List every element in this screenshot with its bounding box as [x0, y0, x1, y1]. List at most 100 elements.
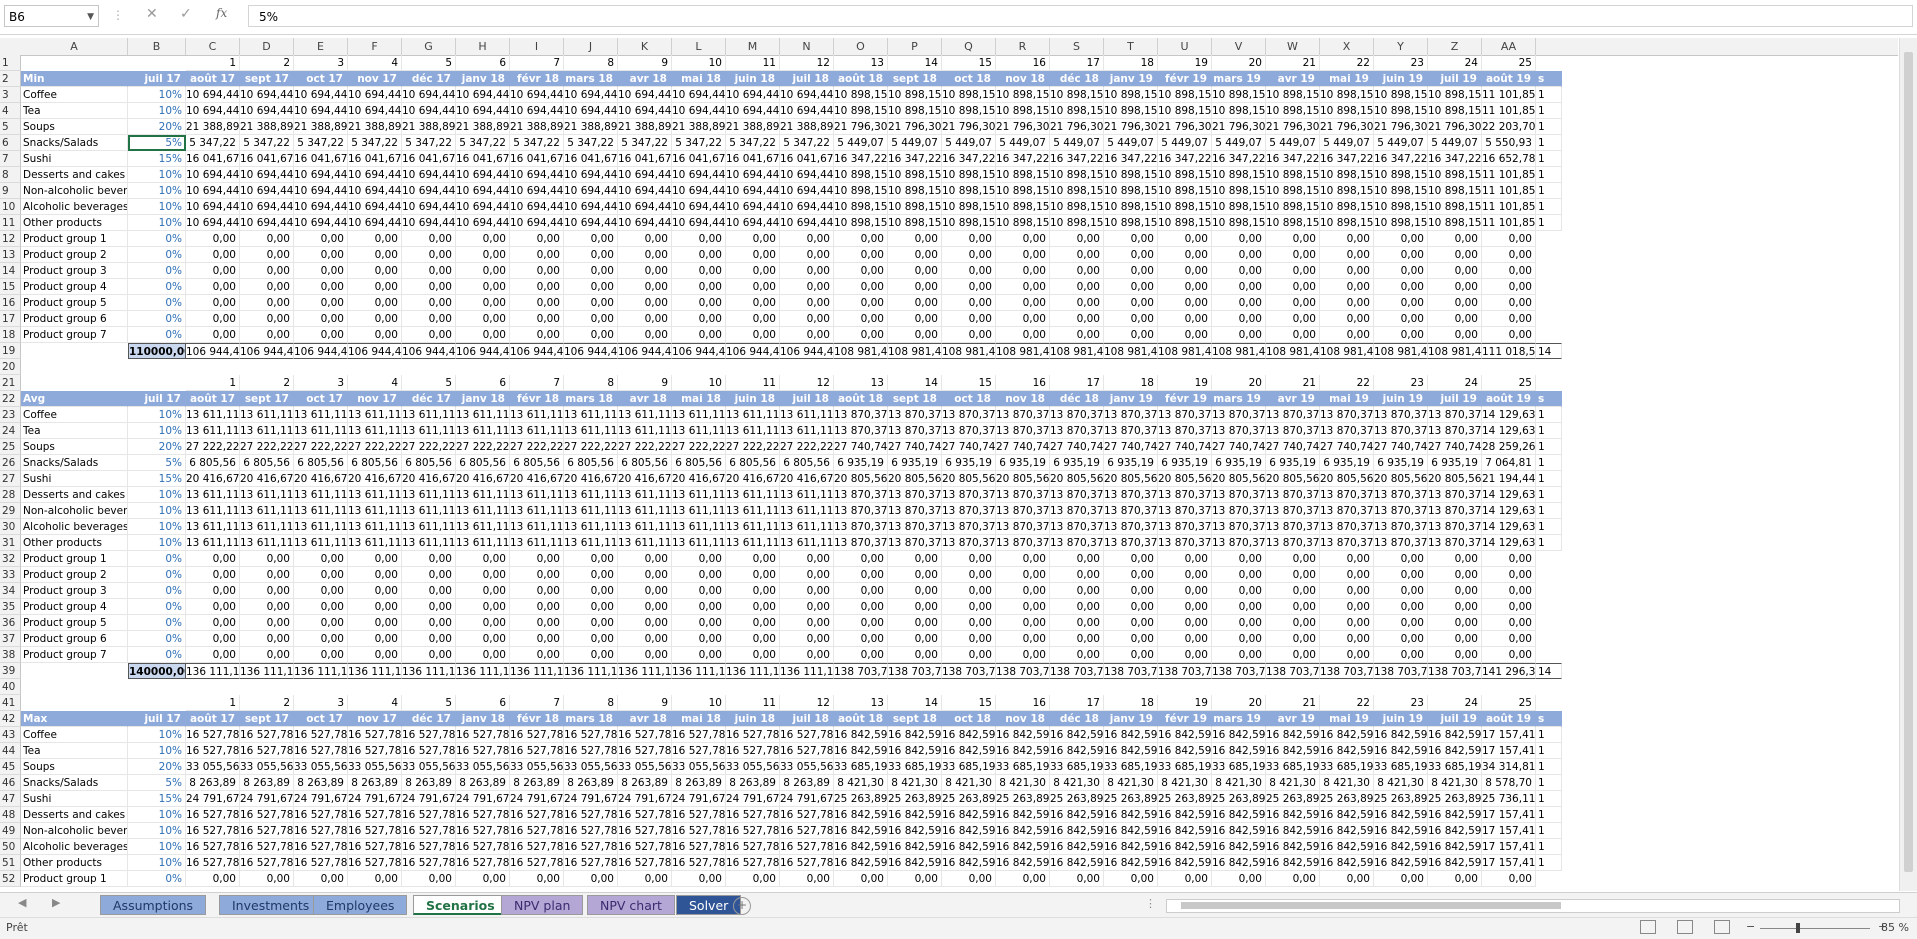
- value-cell[interactable]: 13 870,37: [1050, 535, 1104, 551]
- value-cell[interactable]: 13 611,11: [618, 519, 672, 535]
- value-cell[interactable]: 16 842,59: [1374, 807, 1428, 823]
- value-cell[interactable]: 0,00: [1158, 871, 1212, 887]
- value-cell[interactable]: 0,00: [672, 567, 726, 583]
- value-cell[interactable]: 0,00: [1428, 551, 1482, 567]
- value-cell[interactable]: 27 740,74: [1050, 439, 1104, 455]
- product-share[interactable]: 10%: [128, 487, 186, 503]
- row-header[interactable]: 50: [0, 839, 21, 855]
- value-cell[interactable]: 5 347,22: [348, 135, 402, 151]
- value-cell[interactable]: 10 898,15: [1212, 167, 1266, 183]
- column-header[interactable]: L: [672, 38, 726, 55]
- total-cell[interactable]: 138 703,70: [1158, 663, 1212, 679]
- value-cell[interactable]: 0,00: [564, 551, 618, 567]
- value-cell[interactable]: 25 263,89: [1158, 791, 1212, 807]
- value-cell[interactable]: 0,00: [348, 599, 402, 615]
- value-cell[interactable]: 20 805,56: [1212, 471, 1266, 487]
- value-cell[interactable]: 16 842,59: [888, 807, 942, 823]
- value-cell[interactable]: 6 805,56: [726, 455, 780, 471]
- value-cell[interactable]: 0,00: [1482, 311, 1536, 327]
- value-cell[interactable]: 10 898,15: [1266, 87, 1320, 103]
- value-cell[interactable]: 0,00: [1482, 295, 1536, 311]
- row-header[interactable]: 3: [0, 87, 21, 103]
- value-cell[interactable]: 17 157,41: [1482, 743, 1536, 759]
- value-cell[interactable]: 6 935,19: [1050, 455, 1104, 471]
- value-cell[interactable]: 16 527,78: [618, 839, 672, 855]
- value-cell[interactable]: 14 129,63: [1482, 407, 1536, 423]
- month-header[interactable]: mai 18: [672, 711, 726, 727]
- value-cell[interactable]: 13 611,11: [456, 407, 510, 423]
- product-share[interactable]: 10%: [128, 839, 186, 855]
- value-cell[interactable]: 13 870,37: [834, 423, 888, 439]
- value-cell[interactable]: 13 611,11: [780, 519, 834, 535]
- value-cell[interactable]: 8 263,89: [348, 775, 402, 791]
- value-cell[interactable]: 16 842,59: [834, 839, 888, 855]
- value-cell[interactable]: 13 611,11: [618, 535, 672, 551]
- value-cell[interactable]: 0,00: [888, 551, 942, 567]
- value-cell[interactable]: 27 740,74: [1158, 439, 1212, 455]
- value-cell[interactable]: 10 694,44: [618, 183, 672, 199]
- column-header[interactable]: E: [294, 38, 348, 55]
- value-cell[interactable]: 16 041,67: [510, 151, 564, 167]
- month-header[interactable]: nov 18: [996, 71, 1050, 87]
- value-cell[interactable]: 21 796,30: [1158, 119, 1212, 135]
- month-header[interactable]: déc 18: [1050, 71, 1104, 87]
- value-cell[interactable]: 10 694,44: [348, 199, 402, 215]
- month-header[interactable]: août 19: [1482, 71, 1536, 87]
- month-header[interactable]: mai 18: [672, 391, 726, 407]
- month-header[interactable]: mars 18: [564, 71, 618, 87]
- value-cell[interactable]: 0,00: [186, 295, 240, 311]
- value-cell[interactable]: 10 694,44: [402, 199, 456, 215]
- value-cell[interactable]: 20 805,56: [996, 471, 1050, 487]
- page-layout-view-icon[interactable]: [1677, 920, 1693, 934]
- value-cell[interactable]: 0,00: [618, 647, 672, 663]
- value-cell[interactable]: 10 694,44: [510, 199, 564, 215]
- month-number[interactable]: 7: [510, 55, 564, 71]
- value-cell[interactable]: 8 421,30: [1104, 775, 1158, 791]
- value-cell[interactable]: 20 805,56: [1266, 471, 1320, 487]
- value-cell[interactable]: 10 694,44: [240, 199, 294, 215]
- value-cell[interactable]: 16 842,59: [1320, 823, 1374, 839]
- row-header[interactable]: 2: [0, 71, 21, 87]
- value-cell[interactable]: 5 449,07: [834, 135, 888, 151]
- value-cell[interactable]: 10 898,15: [1320, 103, 1374, 119]
- value-cell[interactable]: 24 791,67: [186, 791, 240, 807]
- value-cell[interactable]: 0,00: [1050, 567, 1104, 583]
- value-cell[interactable]: 10 898,15: [1104, 183, 1158, 199]
- value-cell[interactable]: 20 805,56: [1050, 471, 1104, 487]
- total-cell[interactable]: 108 981,48: [1158, 343, 1212, 359]
- value-cell[interactable]: 0,00: [294, 567, 348, 583]
- value-cell[interactable]: 28 259,26: [1482, 439, 1536, 455]
- value-cell[interactable]: 21 388,89: [618, 119, 672, 135]
- month-header[interactable]: juil 18: [780, 71, 834, 87]
- month-number[interactable]: 20: [1212, 375, 1266, 391]
- month-header[interactable]: août 17: [186, 391, 240, 407]
- value-cell[interactable]: 10 898,15: [1158, 199, 1212, 215]
- value-cell[interactable]: 0,00: [402, 567, 456, 583]
- value-cell[interactable]: 10 898,15: [1212, 87, 1266, 103]
- value-cell[interactable]: 13 870,37: [1212, 407, 1266, 423]
- value-cell[interactable]: 13 611,11: [672, 519, 726, 535]
- value-cell[interactable]: 16 527,78: [618, 855, 672, 871]
- row-header[interactable]: 42: [0, 711, 21, 727]
- value-cell[interactable]: 0,00: [1374, 231, 1428, 247]
- value-cell[interactable]: 0,00: [402, 615, 456, 631]
- month-number[interactable]: 4: [348, 375, 402, 391]
- total-cell[interactable]: 141 296,30: [1482, 663, 1536, 679]
- value-cell[interactable]: 13 870,37: [834, 519, 888, 535]
- product-share[interactable]: 0%: [128, 295, 186, 311]
- value-cell[interactable]: 16 842,59: [1266, 743, 1320, 759]
- month-number[interactable]: 24: [1428, 55, 1482, 71]
- value-cell[interactable]: 0,00: [1320, 247, 1374, 263]
- value-cell[interactable]: 10 898,15: [1050, 167, 1104, 183]
- row-header[interactable]: 7: [0, 151, 21, 167]
- value-cell[interactable]: 16 527,78: [564, 807, 618, 823]
- value-cell[interactable]: 0,00: [888, 231, 942, 247]
- value-cell[interactable]: 24 791,67: [726, 791, 780, 807]
- overflow-cell[interactable]: 1: [1536, 455, 1562, 471]
- value-cell[interactable]: 13 611,11: [726, 519, 780, 535]
- value-cell[interactable]: 0,00: [1104, 327, 1158, 343]
- month-number[interactable]: 25: [1482, 375, 1536, 391]
- month-number[interactable]: 9: [618, 375, 672, 391]
- value-cell[interactable]: 14 129,63: [1482, 535, 1536, 551]
- value-cell[interactable]: 5 449,07: [942, 135, 996, 151]
